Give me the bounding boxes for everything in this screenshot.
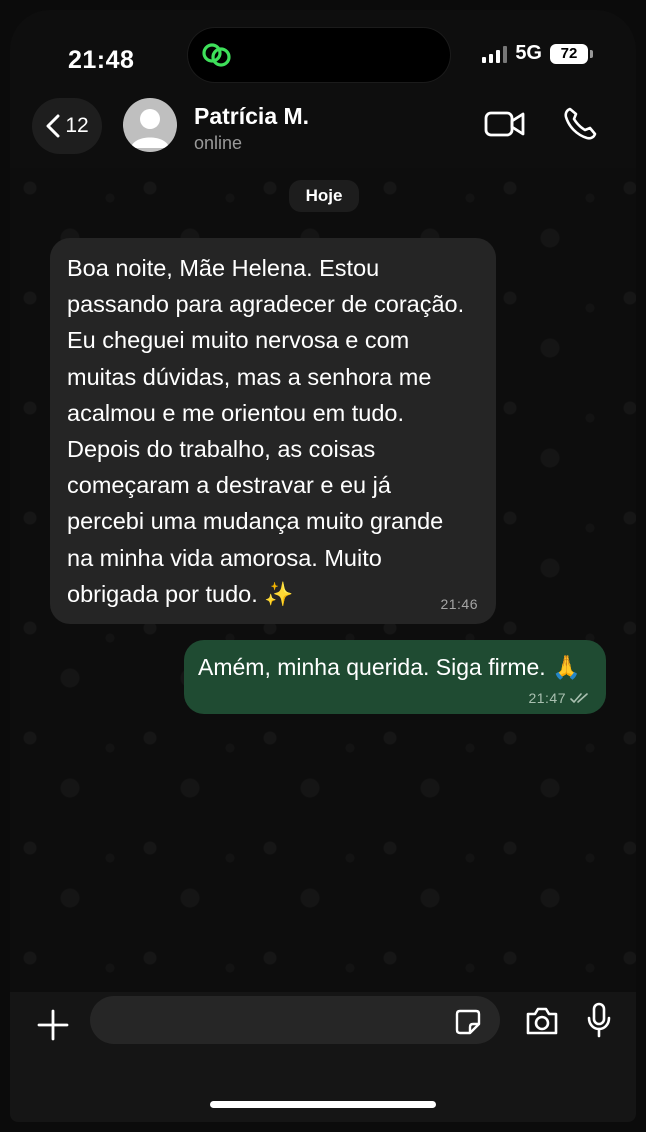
message-line: Eu cheguei muito nervosa e com [67, 327, 410, 354]
camera-icon[interactable] [524, 1006, 560, 1036]
message-meta: 21:47 [528, 690, 590, 706]
message-line: acalmou e me orientou em tudo. [67, 399, 405, 426]
avatar[interactable] [123, 98, 177, 152]
incoming-message[interactable]: Boa noite, Mãe Helena. Estou passando pa… [50, 238, 496, 625]
plus-icon[interactable] [36, 1008, 70, 1042]
message-line: passando para agradecer de coração. [67, 291, 465, 318]
phone-screen: 21:48 5G 72 12 Patrícia M. online Hoje B… [0, 0, 646, 1132]
date-separator: Hoje [289, 180, 359, 212]
message-line: começaram a destravar e eu já [67, 472, 391, 499]
phone-icon[interactable] [562, 106, 598, 142]
message-line: Boa noite, Mãe Helena. Estou [67, 255, 380, 281]
message-time: 21:47 [528, 690, 566, 706]
unread-count: 12 [65, 114, 89, 137]
network-label: 5G [515, 42, 542, 64]
double-check-icon [570, 693, 588, 704]
message-line: muitas dúvidas, mas a senhora me [67, 363, 432, 390]
message-line: na minha vida amorosa. Muito [67, 544, 382, 571]
link-icon [202, 43, 231, 67]
battery-level: 72 [560, 44, 578, 62]
message-line: percebi uma mudança muito grande [67, 508, 444, 535]
chevron-left-icon [46, 114, 60, 138]
battery-icon: 72 [550, 43, 593, 64]
person-icon [131, 109, 169, 148]
dynamic-island [188, 28, 450, 82]
chat-window: 21:48 5G 72 12 Patrícia M. online Hoje B… [10, 10, 636, 1122]
message-input[interactable] [90, 996, 500, 1044]
signal-icon [482, 45, 508, 63]
back-button[interactable]: 12 [32, 98, 102, 154]
video-call-icon[interactable] [484, 108, 526, 140]
home-indicator[interactable] [210, 1101, 436, 1108]
contact-name[interactable]: Patrícia M. [194, 103, 309, 130]
status-indicators: 5G 72 [482, 42, 593, 65]
outgoing-message[interactable]: Amém, minha querida. Siga firme. 🙏 21:47 [184, 640, 606, 714]
message-line: Depois do trabalho, as coisas [67, 436, 376, 463]
sticker-icon[interactable] [454, 1008, 482, 1036]
contact-status: online [194, 133, 243, 153]
message-line: obrigada por tudo. ✨ [67, 580, 294, 607]
message-text: Boa noite, Mãe Helena. Estou passando pa… [67, 250, 480, 612]
status-time: 21:48 [68, 46, 135, 74]
message-time: 21:46 [440, 596, 478, 613]
message-text: Amém, minha querida. Siga firme. 🙏 [198, 654, 581, 680]
microphone-icon[interactable] [586, 1002, 612, 1038]
